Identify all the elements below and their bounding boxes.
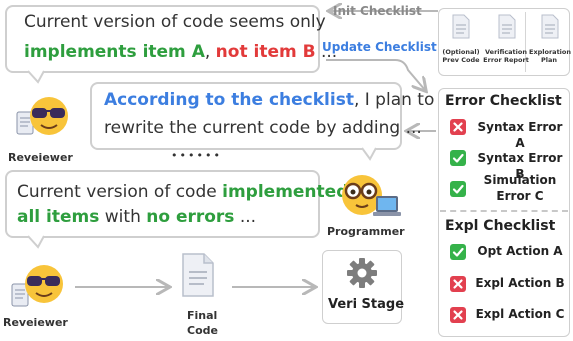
reviewer2-prefix: Current version of code [17, 182, 223, 202]
pass-check-icon [450, 244, 466, 260]
bubble-tail-programmer [361, 147, 377, 161]
expl-checklist-title: Expl Checklist [445, 218, 556, 234]
implements-item-a: implements item A [24, 42, 205, 62]
doc-error-report-line1: Verification [484, 48, 527, 56]
final-code-label-1: Final [187, 309, 218, 322]
according-to-checklist: According to the checklist [104, 90, 354, 110]
programmer-message-line-2: rewrite the current code by adding ... [104, 118, 422, 138]
prev-code-doc-icon [452, 14, 470, 39]
programmer-line1-rest: , I plan to [353, 90, 435, 110]
ellipsis-dots: •••••• [171, 149, 222, 162]
with-word: with [99, 207, 147, 227]
error-item-1: Syntax Error A [477, 120, 563, 150]
fail-x-icon [450, 119, 466, 135]
reviewer-bottom-label: Reveiewer [3, 316, 68, 329]
reviewer-avatar-bottom [10, 258, 66, 314]
bubble-tail-2 [28, 235, 45, 249]
error-checklist-title: Error Checklist [445, 93, 562, 109]
reviewer2-message-line-2: all items with no errors ... [17, 205, 256, 229]
update-checklist-label: Update Checklist [322, 40, 437, 54]
gear-icon [347, 258, 377, 288]
programmer-avatar [338, 170, 402, 224]
programmer-message-line-1: According to the checklist, I plan to [104, 88, 434, 112]
pass-check-icon [450, 150, 466, 166]
not-item-b: not item B [215, 42, 316, 62]
programmer-emoji-icon [342, 175, 401, 216]
doc-prev-code-line1: (Optional) [442, 48, 480, 56]
exploration-plan-doc-icon [541, 14, 559, 39]
expl-item-3: Expl Action C [475, 307, 565, 321]
checklist-divider [440, 210, 568, 212]
doc-prev-code-label: (Optional) Prev Code [440, 48, 482, 64]
reviewer-emoji-icon [16, 97, 68, 135]
doc-exploration-plan-line1: Exploration [529, 48, 571, 56]
reviewer-emoji-icon-bottom [11, 265, 63, 307]
ellipsis-2: ... [234, 207, 257, 227]
all-items: all items [17, 207, 100, 227]
reviewer-top-label: Reveiewer [8, 151, 73, 164]
reviewer-message-line-1: Current version of code seems only [24, 12, 326, 32]
no-errors: no errors [146, 207, 235, 227]
reviewer-avatar-top [15, 92, 71, 148]
final-code-document-icon [180, 252, 216, 302]
doc-error-report-line2: Error Report [483, 56, 529, 64]
expl-item-2: Expl Action B [475, 276, 565, 290]
doc-error-report-label: Verification Error Report [483, 48, 529, 64]
reviewer-message-line-2: implements item A, not item B ... [24, 40, 337, 64]
doc-exploration-plan-label: Exploration Plan [529, 48, 571, 64]
implemented-word: implemented [222, 182, 349, 202]
fail-x-icon [450, 307, 466, 323]
programmer-label: Programmer [327, 225, 405, 238]
pass-check-icon [450, 181, 466, 197]
final-code-label-2: Code [187, 324, 218, 337]
veri-stage-label: Veri Stage [328, 297, 405, 312]
init-checklist-label: Init Checklist [333, 4, 422, 18]
comma: , [204, 42, 211, 62]
doc-exploration-plan-line2: Plan [540, 56, 557, 64]
expl-item-1: Opt Action A [477, 244, 563, 258]
fail-x-icon [450, 276, 466, 292]
bubble-tail-1 [28, 70, 45, 84]
doc-prev-code-line2: Prev Code [442, 56, 480, 64]
veri-stage-box: Veri Stage [322, 250, 405, 324]
error-item-3: Simulation Error C [483, 173, 557, 203]
reviewer2-message-line-1: Current version of code implemented [17, 180, 348, 204]
error-report-doc-icon [498, 14, 516, 39]
